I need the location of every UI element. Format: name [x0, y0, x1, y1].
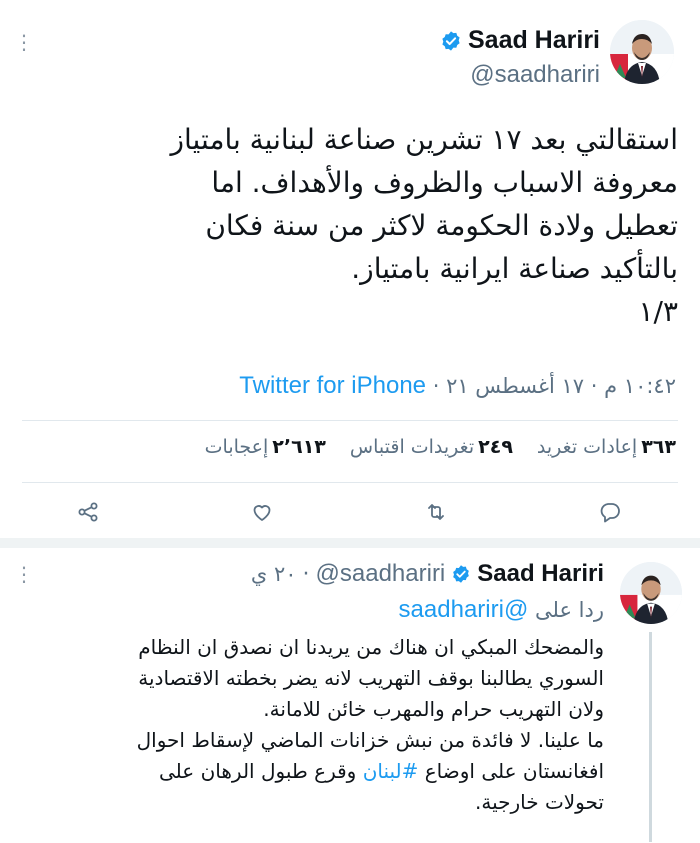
share-icon[interactable]: [76, 500, 104, 528]
reply-text: والمضحك المبكي ان هناك من يريدنا ان نصدق…: [44, 632, 604, 818]
thread-connector-line: [649, 632, 652, 842]
reply-icon[interactable]: [598, 500, 626, 528]
tweet-separator: [0, 538, 700, 548]
likes-label: إعجابات: [204, 436, 269, 458]
reply-text-line: تحولات خارجية.: [475, 790, 604, 814]
reply-text-line: والمضحك المبكي ان هناك من يريدنا ان نصدق…: [138, 635, 604, 659]
tweet-text: استقالتي بعد ١٧ تشرين صناعة لبنانية بامت…: [38, 118, 679, 333]
like-icon[interactable]: [250, 500, 278, 528]
more-options-icon[interactable]: ⋮: [14, 562, 34, 586]
author-info[interactable]: Saad Hariri @saadhariri: [440, 26, 600, 89]
likes-stat[interactable]: ٢٬٦١٣إعجابات: [205, 436, 326, 458]
reply-author-handle[interactable]: @saadhariri: [316, 560, 446, 588]
tweet-text-line: استقالتي بعد ١٧ تشرين صناعة لبنانية بامت…: [170, 123, 679, 156]
avatar[interactable]: [620, 562, 682, 624]
reply-text-line: ولان التهريب حرام والمهرب خائن للامانة.: [263, 697, 604, 721]
retweets-stat[interactable]: ٣٦٣إعادات تغريد: [537, 436, 676, 458]
tweet-meta: ١٠:٤٢ م · ١٧ أغسطس ٢١ · Twitter for iPho…: [239, 372, 676, 400]
quotes-stat[interactable]: ٢٤٩تغريدات اقتباس: [350, 436, 513, 458]
author-display-name[interactable]: Saad Hariri: [468, 26, 600, 55]
replying-to-mention[interactable]: @saadhariri: [399, 596, 529, 623]
likes-count: ٢٬٦١٣: [272, 436, 326, 458]
reply-text-line: السوري يطالبنا بوقف التهريب لانه يضر بخط…: [138, 666, 604, 690]
tweet-text-line: بالتأكيد صناعة ايرانية بامتياز.: [351, 252, 678, 285]
tweet-text-line: معروفة الاسباب والظروف والأهداف. اما: [211, 166, 678, 199]
hashtag-link[interactable]: #لبنان: [363, 759, 419, 783]
reply-author-info[interactable]: ٢٠ ي · @saadhariri Saad Hariri: [251, 560, 604, 588]
retweets-label: إعادات تغريد: [536, 436, 638, 458]
main-tweet: ⋮ Saad Hariri @saadhariri استقالتي بعد ١…: [0, 0, 700, 540]
verified-badge-icon: [453, 565, 470, 583]
reply-text-fragment: وقرع طبول الرهان على: [159, 759, 363, 783]
reply-text-fragment: افغانستان على اوضاع: [418, 759, 604, 783]
avatar[interactable]: [610, 20, 674, 84]
quotes-label: تغريدات اقتباس: [349, 436, 475, 458]
tweet-stats: ٣٦٣إعادات تغريد ٢٤٩تغريدات اقتباس ٢٬٦١٣إ…: [205, 436, 676, 458]
tweet-text-line: تعطيل ولادة الحكومة لاكثر من سنة فكان: [205, 209, 678, 242]
replying-to: ردا على @saadhariri: [399, 596, 604, 624]
quotes-count: ٢٤٩: [478, 436, 513, 458]
reply-tweet[interactable]: ⋮ ٢٠ ي · @saadhariri Saad Hariri ردا على…: [0, 548, 700, 843]
more-options-icon[interactable]: ⋮: [14, 30, 34, 54]
tweet-source-link[interactable]: Twitter for iPhone: [239, 372, 426, 399]
tweet-text-line: ١/٣: [638, 295, 678, 328]
reply-author-display-name[interactable]: Saad Hariri: [477, 560, 604, 588]
divider: [22, 482, 678, 483]
tweet-actions: [0, 500, 700, 530]
replying-to-label: ردا على: [535, 598, 604, 622]
separator-dot: ·: [302, 561, 310, 587]
author-handle[interactable]: @saadhariri: [440, 61, 600, 89]
retweets-count: ٣٦٣: [641, 436, 676, 458]
reply-timestamp[interactable]: ٢٠ ي: [251, 562, 297, 586]
verified-badge-icon: [442, 30, 460, 51]
retweet-icon[interactable]: [424, 500, 452, 528]
divider: [22, 420, 678, 421]
tweet-timestamp[interactable]: ١٠:٤٢ م · ١٧ أغسطس ٢١ ·: [426, 374, 676, 398]
reply-text-line: ما علينا. لا فائدة من نبش خزانات الماضي …: [136, 728, 604, 752]
reply-text-line: افغانستان على اوضاع #لبنان وقرع طبول الر…: [44, 756, 604, 787]
